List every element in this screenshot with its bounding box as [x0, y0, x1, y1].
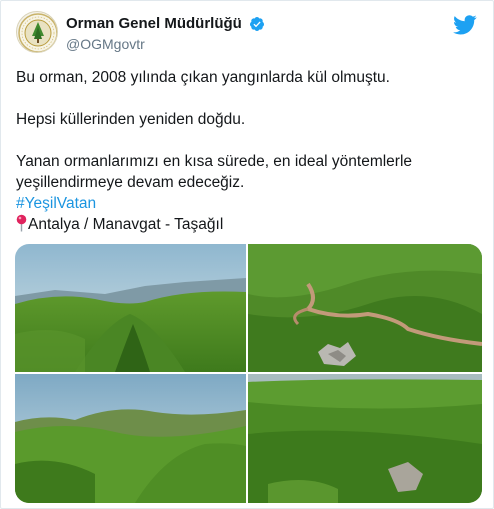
verified-badge-icon	[250, 16, 265, 31]
location-text: Antalya / Manavgat - Taşağıl	[28, 216, 224, 233]
tweet-text: Bu orman, 2008 yılında çıkan yangınlarda…	[16, 67, 479, 235]
tweet-text-line: Yanan ormanlarımızı en kısa sürede, en i…	[16, 153, 413, 191]
ogm-logo-icon	[18, 13, 57, 52]
tweet-text-line: Hepsi küllerinden yeniden doğdu.	[16, 111, 246, 128]
hashtag-link[interactable]: #YeşilVatan	[16, 195, 96, 212]
forest-hills-photo[interactable]	[15, 374, 246, 503]
pin-icon	[16, 214, 27, 232]
tweet-text-line: Bu orman, 2008 yılında çıkan yangınlarda…	[16, 69, 390, 86]
tweet-header: Orman Genel Müdürlüğü @OGMgovtr	[16, 11, 483, 55]
avatar[interactable]	[16, 11, 58, 53]
forest-road-photo[interactable]	[248, 244, 482, 372]
tweet-card[interactable]: Orman Genel Müdürlüğü @OGMgovtr Bu orman…	[0, 0, 494, 509]
location-line: Antalya / Manavgat - Taşağıl	[16, 214, 479, 235]
media-grid	[15, 244, 482, 503]
handle[interactable]: @OGMgovtr	[66, 35, 265, 53]
display-name[interactable]: Orman Genel Müdürlüğü	[66, 14, 242, 33]
twitter-bird-icon[interactable]	[453, 15, 477, 35]
forest-valley-photo[interactable]	[15, 244, 246, 372]
forest-dense-photo[interactable]	[248, 374, 482, 503]
